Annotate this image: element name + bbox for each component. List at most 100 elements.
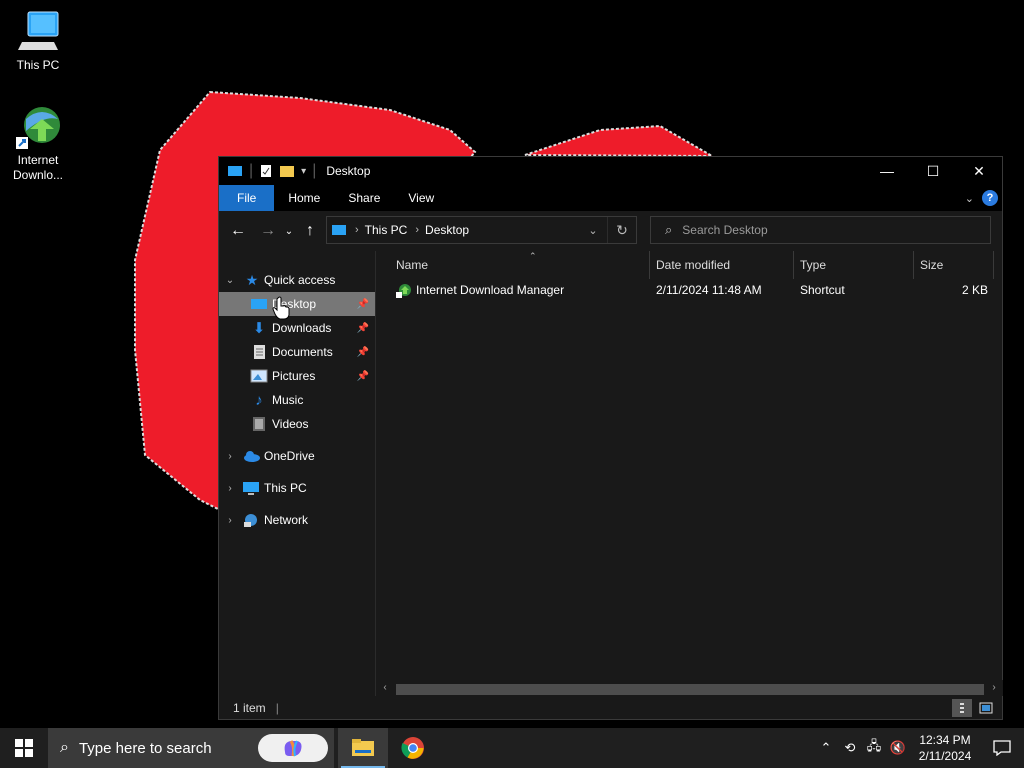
nav-item-documents[interactable]: Documents 📌 <box>219 340 375 364</box>
desktop-icon-label: Internet Downlo... <box>12 153 64 182</box>
sort-up-icon: ⌃ <box>529 251 537 261</box>
nav-item-music[interactable]: ♪ Music <box>219 388 375 412</box>
nav-onedrive[interactable]: › OneDrive <box>219 444 375 468</box>
nav-item-pictures[interactable]: Pictures 📌 <box>219 364 375 388</box>
horizontal-scrollbar[interactable]: ‹ › <box>376 680 1003 696</box>
file-type: Shortcut <box>800 283 845 297</box>
nav-label: Music <box>272 393 304 407</box>
navigation-pane[interactable]: ⌄ ★ Quick access Desktop 📌 ⬇ Downloads 📌… <box>219 251 376 698</box>
nav-label: Videos <box>272 417 309 431</box>
large-icons-view-icon[interactable] <box>976 699 996 717</box>
network-icon[interactable]: 🖧 <box>862 728 886 768</box>
tab-home[interactable]: Home <box>274 185 334 211</box>
column-name[interactable]: Name ⌃ <box>391 251 650 279</box>
search-box[interactable]: ⌕ Search Desktop <box>650 216 991 244</box>
minimize-button[interactable]: — <box>864 157 910 185</box>
quick-access-toolbar: | ▾ | <box>227 162 316 180</box>
back-icon[interactable]: ← <box>225 218 251 244</box>
divider: | <box>312 162 317 179</box>
chevron-right-icon[interactable]: › <box>225 483 235 494</box>
column-date-modified[interactable]: Date modified <box>650 251 794 279</box>
folder-icon <box>352 739 374 756</box>
nav-this-pc[interactable]: › This PC <box>219 476 375 500</box>
tab-file[interactable]: File <box>219 185 275 211</box>
item-count: 1 item <box>233 700 266 715</box>
column-label: Size <box>920 258 944 272</box>
file-explorer-window[interactable]: | ▾ | Desktop — ☐ ✕ File Home Share View… <box>218 156 1003 720</box>
pin-icon[interactable]: 📌 <box>357 347 369 358</box>
nav-quick-access[interactable]: ⌄ ★ Quick access <box>219 268 375 292</box>
pin-icon[interactable]: 📌 <box>357 323 369 334</box>
nav-label: Pictures <box>272 369 316 383</box>
scroll-right-icon[interactable]: › <box>987 680 1001 696</box>
taskbar-chrome[interactable] <box>388 728 438 768</box>
copilot-button[interactable] <box>258 734 328 762</box>
desktop-icon-label: This PC <box>16 58 60 72</box>
breadcrumb-this-pc[interactable]: This PC <box>365 223 408 237</box>
maximize-button[interactable]: ☐ <box>910 157 956 185</box>
idm-tray-icon[interactable]: ⟲ <box>838 728 862 768</box>
nav-item-desktop[interactable]: Desktop 📌 <box>219 292 375 316</box>
refresh-icon[interactable]: ↻ <box>607 217 636 243</box>
column-size[interactable]: Size <box>914 251 994 279</box>
volume-muted-icon[interactable]: 🔇 <box>886 728 910 768</box>
taskbar-file-explorer[interactable] <box>338 728 388 768</box>
computer-icon <box>18 11 59 50</box>
taskbar: ⌕ Type here to search ⌃ ⟲ 🖧 🔇 12:34 PM 2… <box>0 728 1024 768</box>
details-view-icon[interactable] <box>952 698 972 717</box>
new-folder-icon[interactable] <box>279 164 295 178</box>
up-icon[interactable]: ↑ <box>297 218 323 244</box>
chevron-right-icon[interactable]: › <box>355 224 359 236</box>
date: 2/11/2024 <box>918 749 972 763</box>
customize-toolbar-icon[interactable]: ▾ <box>301 166 306 177</box>
clock[interactable]: 12:34 PM 2/11/2024 <box>910 732 980 764</box>
nav-item-videos[interactable]: Videos <box>219 412 375 436</box>
help-icon[interactable]: ? <box>982 190 998 206</box>
column-type[interactable]: Type <box>794 251 914 279</box>
scrollbar-thumb[interactable] <box>396 684 984 695</box>
divider: | <box>249 162 254 179</box>
desktop-icon-this-pc[interactable]: This PC <box>0 10 76 73</box>
close-button[interactable]: ✕ <box>956 157 1002 185</box>
show-hidden-icons-icon[interactable]: ⌃ <box>814 728 838 768</box>
search-icon: ⌕ <box>60 739 69 756</box>
notification-button[interactable] <box>980 728 1024 768</box>
forward-icon[interactable]: → <box>255 218 281 244</box>
idm-icon <box>396 284 411 298</box>
status-bar: 1 item | <box>219 696 1002 719</box>
start-button[interactable] <box>0 728 48 768</box>
table-row[interactable]: Internet Download Manager 2/11/2024 11:4… <box>388 279 988 301</box>
properties-icon[interactable] <box>259 164 273 178</box>
chevron-right-icon[interactable]: › <box>225 451 235 462</box>
title-bar[interactable]: | ▾ | Desktop — ☐ ✕ <box>219 157 1002 185</box>
nav-label: This PC <box>264 481 307 495</box>
address-bar[interactable]: › This PC › Desktop ⌄ ↻ <box>326 216 637 244</box>
nav-label: Network <box>264 513 309 527</box>
breadcrumb-desktop[interactable]: Desktop <box>425 223 469 237</box>
chevron-right-icon[interactable]: › <box>415 224 419 236</box>
nav-item-downloads[interactable]: ⬇ Downloads 📌 <box>219 316 375 340</box>
download-arrow-icon: ⬇ <box>252 320 266 337</box>
taskbar-search[interactable]: ⌕ Type here to search <box>48 728 334 768</box>
column-label: Name <box>396 258 429 272</box>
desktop-icon[interactable] <box>227 164 243 178</box>
pin-icon[interactable]: 📌 <box>357 299 369 310</box>
network-icon <box>244 514 257 527</box>
column-header-row: Name ⌃ Date modified Type Size <box>376 251 1002 279</box>
taskbar-search-input[interactable]: Type here to search <box>79 740 212 757</box>
expand-ribbon-icon[interactable]: ⌄ <box>965 192 974 205</box>
chevron-down-icon[interactable]: ⌄ <box>579 224 607 237</box>
tab-share[interactable]: Share <box>334 185 394 211</box>
scroll-left-icon[interactable]: ‹ <box>378 680 392 696</box>
music-note-icon: ♪ <box>255 391 263 409</box>
tab-view[interactable]: View <box>394 185 448 211</box>
nav-network[interactable]: › Network <box>219 508 375 532</box>
desktop-icon-idm[interactable]: Internet Downlo... <box>0 105 76 183</box>
file-name: Internet Download Manager <box>416 283 565 297</box>
chevron-down-icon[interactable]: ⌄ <box>225 275 235 286</box>
chevron-right-icon[interactable]: › <box>225 515 235 526</box>
recent-locations-icon[interactable]: ⌄ <box>281 218 297 244</box>
file-list[interactable]: Name ⌃ Date modified Type Size Internet … <box>376 251 1002 698</box>
search-input[interactable]: Search Desktop <box>682 223 767 237</box>
pin-icon[interactable]: 📌 <box>357 371 369 382</box>
